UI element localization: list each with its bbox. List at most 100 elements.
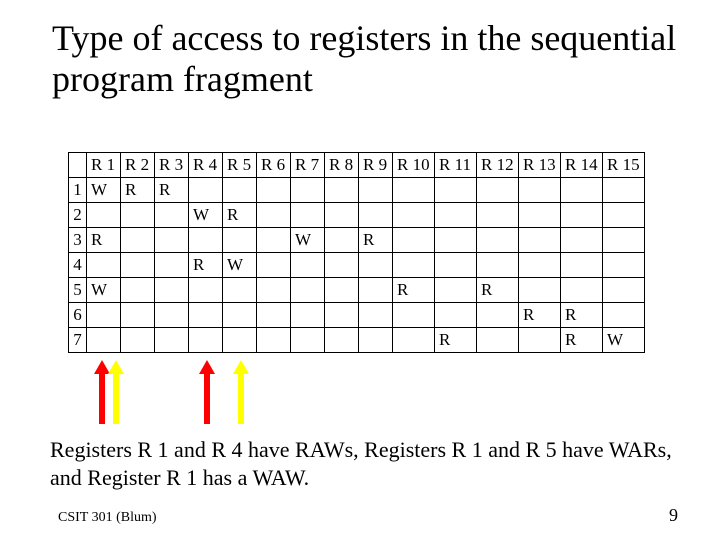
cell [257,328,291,353]
cell [435,303,477,328]
col-header: R 12 [477,153,519,178]
cell [155,253,189,278]
col-header: R 11 [435,153,477,178]
cell: W [189,203,223,228]
footer-course: CSIT 301 (Blum) [58,510,157,526]
cell [291,253,325,278]
cell [291,303,325,328]
col-header: R 3 [155,153,189,178]
cell [435,178,477,203]
table-row: 4 RW [69,253,645,278]
cell [223,328,257,353]
cell [359,303,393,328]
row-header: 4 [69,253,87,278]
cell [561,178,603,203]
cell [519,328,561,353]
col-header: R 4 [189,153,223,178]
cell [393,328,435,353]
slide-number: 9 [669,505,678,526]
row-header: 7 [69,328,87,353]
cell: R [561,328,603,353]
hazard-arrows [68,352,688,424]
slide: Type of access to registers in the seque… [0,0,720,540]
cell [477,328,519,353]
register-table-wrap: R 1 R 2 R 3 R 4 R 5 R 6 R 7 R 8 R 9 R 10… [68,152,645,353]
cell [189,228,223,253]
cell: R [561,303,603,328]
cell [189,303,223,328]
cell [257,228,291,253]
cell [257,178,291,203]
cell [121,253,155,278]
cell: R [477,278,519,303]
cell [325,278,359,303]
col-header: R 15 [603,153,645,178]
cell [325,178,359,203]
cell: R [393,278,435,303]
cell: R [87,228,121,253]
cell [359,328,393,353]
cell [603,203,645,228]
cell [519,178,561,203]
cell [519,228,561,253]
cell: W [87,178,121,203]
cell [519,278,561,303]
cell: W [603,328,645,353]
cell [155,203,189,228]
cell [87,203,121,228]
cell [393,253,435,278]
cell: R [359,228,393,253]
col-header: R 5 [223,153,257,178]
cell [257,278,291,303]
cell [257,303,291,328]
arrow-r5-yellow-icon [235,362,247,424]
cell [121,228,155,253]
cell [603,178,645,203]
arrow-r4-red-icon [201,362,213,424]
cell: W [291,228,325,253]
register-access-table: R 1 R 2 R 3 R 4 R 5 R 6 R 7 R 8 R 9 R 10… [68,152,645,353]
cell [325,328,359,353]
cell [603,278,645,303]
col-header: R 10 [393,153,435,178]
table-row: 7RRW [69,328,645,353]
cell [477,203,519,228]
cell: R [189,253,223,278]
cell [561,253,603,278]
cell [561,228,603,253]
cell [223,228,257,253]
cell [359,203,393,228]
cell [393,303,435,328]
cell [477,303,519,328]
col-header: R 6 [257,153,291,178]
cell [325,228,359,253]
cell [257,203,291,228]
cell [359,253,393,278]
cell [155,303,189,328]
cell [189,178,223,203]
col-header: R 1 [87,153,121,178]
cell: R [223,203,257,228]
caption-text: Registers R 1 and R 4 have RAWs, Registe… [50,436,680,491]
cell: W [87,278,121,303]
cell [359,278,393,303]
cell [257,253,291,278]
corner-cell [69,153,87,178]
cell [121,203,155,228]
col-header: R 7 [291,153,325,178]
cell [325,203,359,228]
cell [291,278,325,303]
cell [223,178,257,203]
arrow-r1-yellow-icon [110,362,122,424]
table-row: 1WRR [69,178,645,203]
cell: R [121,178,155,203]
cell: W [223,253,257,278]
cell [155,328,189,353]
row-header: 6 [69,303,87,328]
cell [223,303,257,328]
row-header: 3 [69,228,87,253]
cell [435,203,477,228]
cell [121,303,155,328]
cell [291,328,325,353]
cell [87,328,121,353]
